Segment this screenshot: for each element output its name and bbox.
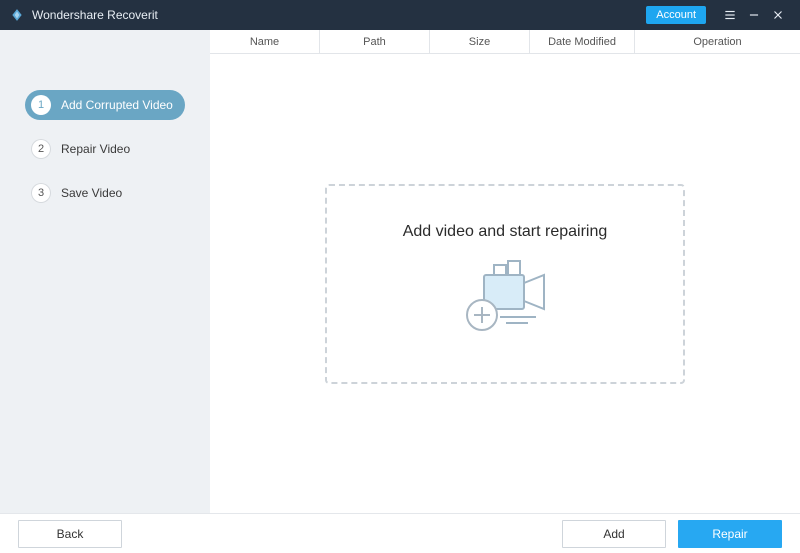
menu-icon[interactable]: [718, 8, 742, 22]
sidebar-step-add[interactable]: 1 Add Corrupted Video: [25, 90, 185, 120]
repair-button[interactable]: Repair: [678, 520, 782, 548]
step-label: Add Corrupted Video: [61, 98, 173, 112]
col-header-name[interactable]: Name: [210, 30, 320, 53]
footer: Back Add Repair: [0, 513, 800, 553]
back-button[interactable]: Back: [18, 520, 122, 548]
col-header-size[interactable]: Size: [430, 30, 530, 53]
sidebar-step-save[interactable]: 3 Save Video: [25, 178, 185, 208]
minimize-icon[interactable]: [742, 8, 766, 22]
col-header-path[interactable]: Path: [320, 30, 430, 53]
app-title: Wondershare Recoverit: [32, 8, 646, 22]
sidebar-step-repair[interactable]: 2 Repair Video: [25, 134, 185, 164]
main-panel: Name Path Size Date Modified Operation A…: [210, 30, 800, 513]
close-icon[interactable]: [766, 8, 790, 22]
body: 1 Add Corrupted Video 2 Repair Video 3 S…: [0, 30, 800, 513]
content-area: Add video and start repairing: [210, 54, 800, 513]
col-header-date[interactable]: Date Modified: [530, 30, 635, 53]
add-video-dropzone[interactable]: Add video and start repairing: [325, 184, 685, 384]
step-label: Repair Video: [61, 142, 130, 156]
account-button[interactable]: Account: [646, 6, 706, 24]
dropzone-headline: Add video and start repairing: [403, 223, 608, 241]
step-number: 1: [31, 95, 51, 115]
step-number: 3: [31, 183, 51, 203]
titlebar: Wondershare Recoverit Account: [0, 0, 800, 30]
sidebar: 1 Add Corrupted Video 2 Repair Video 3 S…: [0, 30, 210, 513]
column-headers: Name Path Size Date Modified Operation: [210, 30, 800, 54]
col-header-operation[interactable]: Operation: [635, 30, 800, 53]
add-button[interactable]: Add: [562, 520, 666, 548]
video-camera-add-icon: [450, 259, 560, 344]
step-number: 2: [31, 139, 51, 159]
step-label: Save Video: [61, 186, 122, 200]
app-logo-icon: [10, 8, 24, 22]
